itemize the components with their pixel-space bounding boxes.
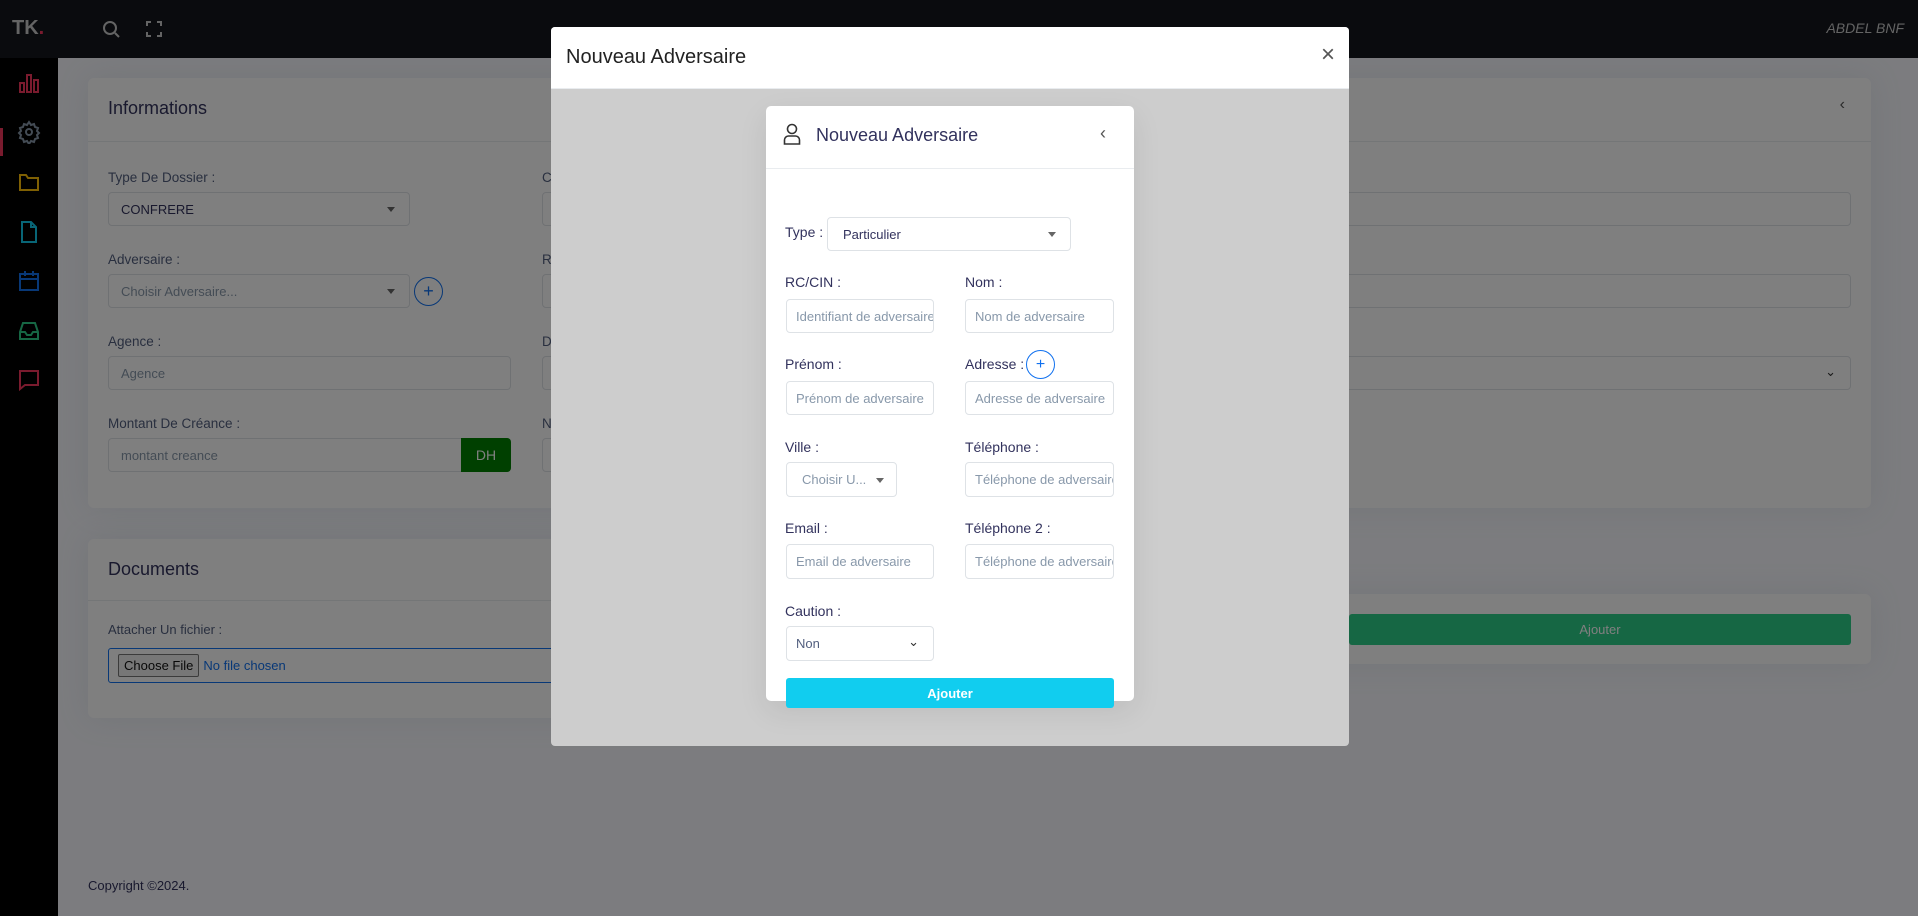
selected-value: Choisir U... <box>802 472 867 487</box>
rc-cin-label: RC/CIN : <box>785 274 841 290</box>
adresse-label: Adresse : <box>965 356 1025 372</box>
nouveau-adversaire-modal: Nouveau Adversaire × Nouveau Adversaire … <box>551 27 1349 746</box>
collapse-icon[interactable]: ‹ <box>1100 123 1106 144</box>
ville-label: Ville : <box>785 439 819 455</box>
modal-title: Nouveau Adversaire <box>566 46 747 68</box>
modal-header: Nouveau Adversaire × <box>551 27 1349 89</box>
type-label: Type : <box>785 224 824 240</box>
placeholder: Prénom de adversaire <box>796 390 924 406</box>
placeholder: Identifiant de adversaire <box>796 308 934 324</box>
caution-select[interactable]: Non ⌄ <box>786 626 934 661</box>
email-label: Email : <box>785 520 828 536</box>
telephone2-label: Téléphone 2 : <box>965 520 1051 536</box>
adversaire-form-card: Nouveau Adversaire ‹ Type : Particulier … <box>766 106 1134 708</box>
caret-down-icon <box>876 477 884 483</box>
add-adresse-button[interactable]: + <box>1026 350 1055 379</box>
prenom-label: Prénom : <box>785 356 842 372</box>
divider <box>766 168 1134 169</box>
ville-select[interactable]: Choisir U... <box>786 462 897 497</box>
placeholder: Téléphone de adversaire <box>975 554 1114 569</box>
chevron-down-icon: ⌄ <box>908 634 919 649</box>
selected-value: Particulier <box>843 226 901 242</box>
placeholder: Adresse de adversaire <box>975 390 1106 406</box>
selected-value: Non <box>796 636 820 651</box>
card-title: Nouveau Adversaire <box>816 125 979 145</box>
placeholder: Téléphone de adversaire <box>975 472 1114 487</box>
adresse-input[interactable]: Adresse de adversaire <box>965 381 1114 415</box>
type-select[interactable]: Particulier <box>827 217 1071 251</box>
nom-input[interactable]: Nom de adversaire <box>965 299 1114 333</box>
caret-down-icon <box>1048 232 1056 237</box>
telephone2-input[interactable]: Téléphone de adversaire <box>965 544 1114 579</box>
telephone-label: Téléphone : <box>965 439 1039 455</box>
close-icon[interactable]: × <box>1321 41 1335 69</box>
nom-label: Nom : <box>965 274 1003 290</box>
email-input[interactable]: Email de adversaire <box>786 544 934 579</box>
user-icon <box>783 123 801 145</box>
rc-cin-input[interactable]: Identifiant de adversaire <box>786 299 934 333</box>
caution-label: Caution : <box>785 603 842 619</box>
placeholder: Nom de adversaire <box>975 308 1085 324</box>
placeholder: Email de adversaire <box>796 554 911 569</box>
prenom-input[interactable]: Prénom de adversaire <box>786 381 934 415</box>
ajouter-button[interactable]: Ajouter <box>786 678 1114 708</box>
telephone-input[interactable]: Téléphone de adversaire <box>965 462 1114 497</box>
